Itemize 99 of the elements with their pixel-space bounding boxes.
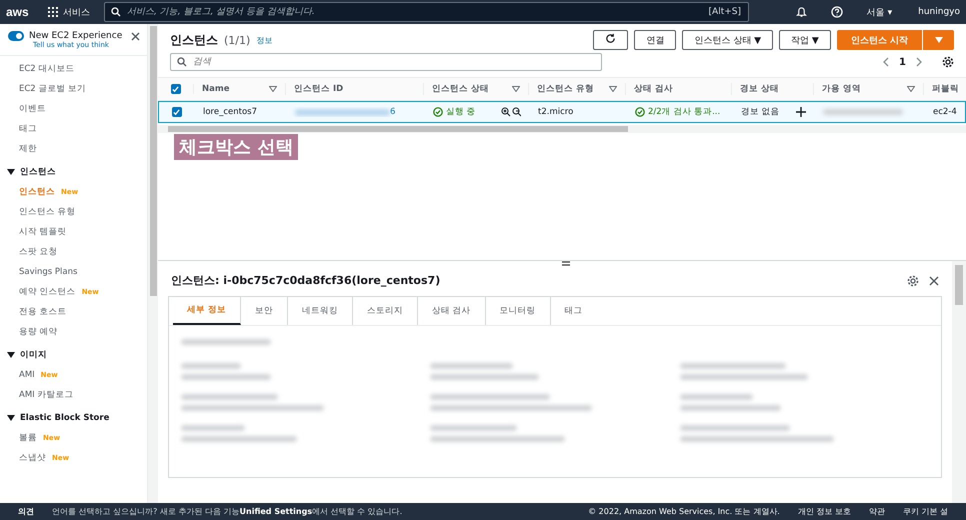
column-header[interactable]: 인스턴스 상태 [432, 83, 489, 95]
tab[interactable]: 태그 [550, 297, 597, 325]
grid-icon [48, 7, 58, 17]
sidebar-item[interactable]: AMI 카탈로그 [19, 389, 74, 401]
settings-icon[interactable] [907, 274, 919, 286]
scrollbar-thumb[interactable] [955, 265, 963, 305]
experience-label: New EC2 Experience [29, 31, 122, 41]
sidebar-item[interactable]: 전용 호스트 [19, 306, 67, 318]
status-text: 실행 중 [446, 106, 476, 118]
tab[interactable]: 상태 검사 [418, 297, 486, 325]
column-header[interactable]: 경보 상태 [740, 83, 779, 95]
scrollbar-thumb[interactable] [150, 26, 156, 296]
page-title: 인스턴스 [170, 32, 218, 48]
tab[interactable]: 스토리지 [352, 297, 418, 325]
refresh-button[interactable] [593, 30, 628, 50]
table-row[interactable]: lore_centos7 6 실행 중 t2.micro 2/2개 검사 통과... 경보 없음 ec2-4 [158, 101, 966, 123]
previous-page-icon[interactable] [883, 57, 890, 67]
toolbar-button[interactable]: 연결 [634, 30, 676, 50]
status-text: 2/2개 검사 통과... [648, 106, 720, 118]
column-header[interactable]: 가용 영역 [822, 83, 861, 95]
tab[interactable]: 네트워킹 [288, 297, 353, 325]
caret-icon[interactable] [7, 169, 15, 175]
sidebar-item[interactable]: EC2 글로벌 보기 [19, 83, 86, 95]
column-header[interactable]: 인스턴스 유형 [537, 83, 594, 95]
aws-logo[interactable]: aws [6, 5, 34, 19]
tab[interactable]: 모니터링 [486, 297, 551, 325]
column-header[interactable]: 상태 검사 [634, 83, 673, 95]
section-title[interactable]: 이미지 [20, 349, 47, 361]
section-title[interactable]: 인스턴스 [20, 166, 56, 178]
checkbox[interactable] [172, 107, 182, 117]
add-icon[interactable] [796, 107, 806, 117]
sidebar-item[interactable]: AMI [19, 370, 35, 380]
close-icon[interactable] [929, 276, 939, 286]
tab[interactable]: 보안 [240, 297, 288, 325]
sidebar-item[interactable]: 이벤트 [19, 103, 46, 115]
search-icon [177, 57, 187, 67]
settings-icon[interactable] [942, 56, 954, 68]
settings-link[interactable]: Unified Settings [240, 507, 312, 516]
table-cell: lore_centos7 [203, 107, 258, 117]
instance-count: (1/1) [224, 34, 250, 46]
caret-icon[interactable] [7, 352, 15, 358]
annotation-label: 체크박스 선택 [174, 134, 298, 160]
blurred-text [181, 363, 241, 369]
column-header[interactable]: 인스턴스 ID [294, 83, 344, 95]
shortcut-hint: [Alt+S] [708, 7, 741, 17]
close-icon[interactable] [131, 32, 140, 41]
resize-handle[interactable] [562, 261, 570, 266]
services-button[interactable]: 서비스 [44, 6, 94, 18]
sidebar-item[interactable]: 용량 예약 [19, 326, 58, 338]
footer-link[interactable]: 쿠키 기본 설 [902, 506, 948, 517]
column-header[interactable]: 퍼블릭 [932, 83, 959, 95]
check-circle-icon [635, 107, 645, 117]
help-icon[interactable] [830, 6, 843, 18]
region-menu[interactable]: 서울 ▾ [866, 6, 892, 18]
instance-id-link[interactable]: 6 [390, 107, 396, 117]
column-header[interactable]: Name [202, 84, 230, 94]
copyright-text: © 2022, Amazon Web Services, Inc. 또는 계열사. [588, 506, 780, 517]
checkbox[interactable] [170, 84, 180, 94]
next-page-icon[interactable] [916, 57, 922, 67]
footer-link[interactable]: 약관 [868, 506, 885, 517]
user-menu[interactable]: huningyo [918, 7, 960, 17]
search-icon [111, 7, 121, 17]
toolbar-button[interactable]: 작업 ▼ [779, 30, 831, 50]
sort-icon[interactable] [269, 86, 277, 92]
info-link[interactable]: 정보 [256, 34, 272, 46]
sidebar-item[interactable]: 인스턴스 유형 [19, 206, 76, 218]
search-field[interactable]: 검색 [170, 53, 602, 71]
sidebar-item[interactable]: 시작 템플릿 [19, 226, 67, 238]
toolbar-button[interactable]: 인스턴스 상태 ▼ [682, 30, 774, 50]
toggle-switch[interactable] [8, 31, 24, 41]
feedback-link[interactable]: 의견 [18, 506, 34, 517]
blurred-text [181, 425, 245, 431]
table-cell: ec2-4 [933, 107, 957, 117]
scrollbar-thumb[interactable] [168, 126, 628, 132]
sidebar-item[interactable]: Savings Plans [19, 267, 78, 277]
panel-title: 인스턴스: i-0bc75c7c0da8fcf36(lore_centos7) [171, 273, 442, 288]
sort-icon[interactable] [512, 86, 520, 92]
sidebar-item[interactable]: 태그 [19, 123, 37, 135]
sidebar-item[interactable]: 예약 인스턴스 [19, 286, 76, 298]
caret-icon[interactable] [7, 415, 15, 421]
caret-icon [934, 37, 942, 43]
bell-icon[interactable] [796, 6, 807, 18]
sidebar-item[interactable]: 스팟 요청 [19, 246, 58, 258]
refresh-icon [605, 33, 616, 44]
sidebar-item[interactable]: 스냅샷 [19, 452, 46, 464]
sidebar-item[interactable]: EC2 대시보드 [19, 63, 74, 75]
footer-message: 언어를 선택하고 싶으십니까? 새로 추가된 다음 기능Unified Settings에서 선택할 수 있습니다. [52, 506, 404, 517]
dropdown-button[interactable] [922, 30, 954, 50]
sidebar-item[interactable]: 제한 [19, 143, 37, 155]
zoom-icons[interactable] [501, 107, 521, 117]
table-cell: 경보 없음 [741, 106, 780, 118]
sort-icon[interactable] [907, 86, 915, 92]
check-circle-icon [433, 107, 443, 117]
sidebar-item[interactable]: 볼륨 [19, 432, 37, 444]
table-cell: t2.micro [538, 107, 574, 117]
footer-link[interactable]: 개인 정보 보호 [798, 506, 851, 517]
sort-icon[interactable] [609, 86, 617, 92]
page-number[interactable]: 1 [899, 56, 906, 68]
section-title[interactable]: Elastic Block Store [20, 413, 110, 423]
